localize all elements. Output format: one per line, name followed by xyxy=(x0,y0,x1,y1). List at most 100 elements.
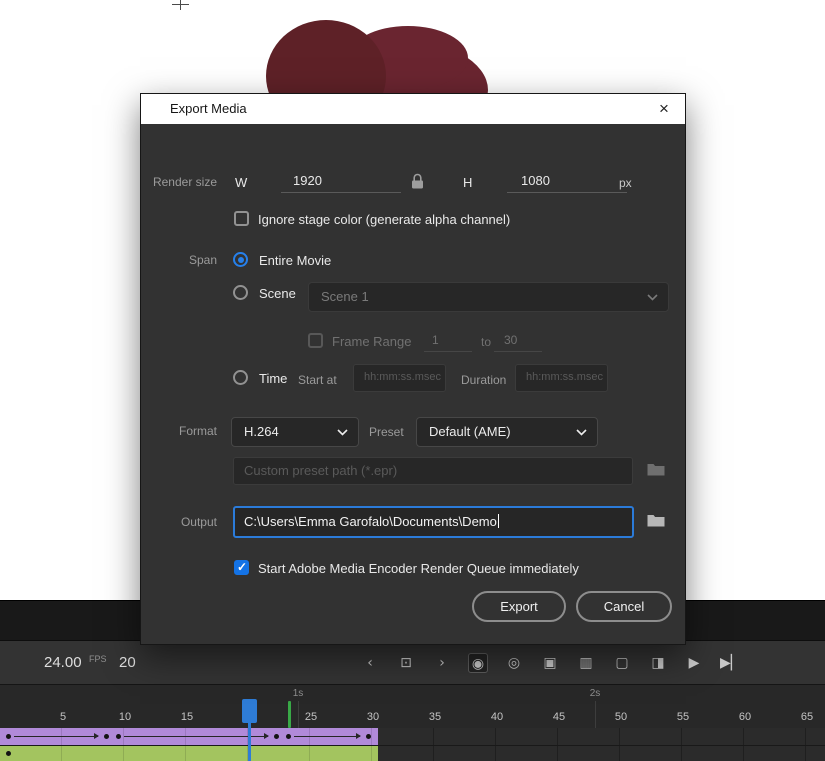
frame-rate-value[interactable]: 24.00 xyxy=(44,654,82,671)
text-caret xyxy=(498,514,500,528)
keyframe-dot xyxy=(6,734,11,739)
preset-label: Preset xyxy=(369,425,404,439)
format-label: Format xyxy=(141,424,217,438)
layer-track-green[interactable] xyxy=(0,746,825,761)
current-frame-value[interactable]: 20 xyxy=(119,654,136,671)
keyframe-dot xyxy=(6,751,11,756)
span-label: Span xyxy=(141,253,217,267)
scene-label: Scene xyxy=(259,286,296,301)
ignore-stage-checkbox[interactable] xyxy=(234,211,249,226)
format-dropdown[interactable]: H.264 xyxy=(231,417,359,447)
frame-number: 25 xyxy=(305,711,317,723)
start-at-label: Start at xyxy=(298,373,337,387)
frame-number: 65 xyxy=(801,711,813,723)
tween-arrow xyxy=(124,736,268,737)
keyframe-dot xyxy=(104,734,109,739)
playhead-line xyxy=(248,721,251,761)
chevron-down-icon xyxy=(647,294,658,301)
lock-aspect-icon[interactable] xyxy=(411,173,424,189)
step-back-icon[interactable]: ‹ xyxy=(360,653,380,673)
browse-preset-folder-icon[interactable] xyxy=(647,463,665,476)
frame-number: 15 xyxy=(181,711,193,723)
width-label: W xyxy=(235,175,247,190)
radio-entire-movie[interactable] xyxy=(233,252,248,267)
close-icon[interactable]: × xyxy=(653,94,675,124)
export-button[interactable]: Export xyxy=(472,591,566,622)
output-path-field[interactable]: C:\Users\Emma Garofalo\Documents\Demo xyxy=(233,506,634,538)
second-label: 2s xyxy=(590,688,601,699)
layer-track-purple[interactable] xyxy=(0,728,825,746)
tween-arrow xyxy=(14,736,98,737)
second-tick xyxy=(595,701,596,728)
tween-arrow xyxy=(294,736,360,737)
keyframe-dot xyxy=(286,734,291,739)
crosshair-v-line xyxy=(180,0,181,10)
dialog-body: Render size W 1920 H 1080 px Ignore stag… xyxy=(141,124,685,644)
timeline-toolbar: ‹ ⊡ › ◉ ◎ ▣ ▥ ▢ ◨ ▶ ▶▏ xyxy=(360,641,740,685)
custom-preset-field[interactable]: Custom preset path (*.epr) xyxy=(233,457,633,485)
to-label: to xyxy=(481,335,491,349)
preset-dropdown[interactable]: Default (AME) xyxy=(416,417,598,447)
chevron-down-icon xyxy=(576,429,587,436)
preset-dropdown-value: Default (AME) xyxy=(429,424,511,439)
play-icon[interactable]: ▶ xyxy=(684,653,704,673)
frame-span[interactable] xyxy=(0,746,378,761)
radio-scene[interactable] xyxy=(233,285,248,300)
scene-dropdown-value: Scene 1 xyxy=(321,289,369,304)
frame-number: 5 xyxy=(60,711,66,723)
frame-number: 50 xyxy=(615,711,627,723)
frame-from-field[interactable]: 1 xyxy=(424,328,472,352)
keyframe-dot xyxy=(274,734,279,739)
radio-time[interactable] xyxy=(233,370,248,385)
chevron-down-icon xyxy=(337,429,348,436)
center-frame-icon[interactable]: ⊡ xyxy=(396,653,416,673)
browse-output-folder-icon[interactable] xyxy=(647,514,665,527)
frame-range-checkbox[interactable] xyxy=(308,333,323,348)
step-to-end-icon[interactable]: ▶▏ xyxy=(720,653,740,673)
frame-number: 55 xyxy=(677,711,689,723)
ignore-stage-label: Ignore stage color (generate alpha chann… xyxy=(258,212,510,227)
entire-movie-label: Entire Movie xyxy=(259,253,331,268)
second-label: 1s xyxy=(293,688,304,699)
export-media-dialog: Export Media × Render size W 1920 H 1080… xyxy=(140,93,686,645)
timeline-controls: 24.00 FPS 20 ‹ ⊡ › ◉ ◎ ▣ ▥ ▢ ◨ ▶ ▶▏ xyxy=(0,640,825,684)
fps-unit-label: FPS xyxy=(89,654,107,664)
frame-span-icon[interactable]: ▥ xyxy=(576,653,596,673)
step-forward-icon[interactable]: › xyxy=(432,653,452,673)
height-field[interactable]: 1080 xyxy=(507,169,627,193)
onion-skin-outlines-icon[interactable]: ◎ xyxy=(504,653,524,673)
playhead[interactable] xyxy=(242,699,257,723)
dialog-titlebar[interactable]: Export Media × xyxy=(141,94,685,124)
onion-skin-icon[interactable]: ◉ xyxy=(468,653,488,673)
frame-range-label: Frame Range xyxy=(332,334,411,349)
frame-numbers: 5101520253035404550556065 xyxy=(0,685,825,728)
px-unit-label: px xyxy=(619,176,632,190)
cancel-button[interactable]: Cancel xyxy=(576,591,672,622)
width-field[interactable]: 1920 xyxy=(281,169,401,193)
insert-keyframe-icon[interactable]: ▢ xyxy=(612,653,632,673)
dialog-title: Export Media xyxy=(170,101,247,116)
ame-queue-checkbox[interactable]: ✓ xyxy=(234,560,249,575)
check-icon: ✓ xyxy=(237,560,247,574)
time-label: Time xyxy=(259,371,287,386)
render-size-label: Render size xyxy=(141,175,217,189)
height-label: H xyxy=(463,175,472,190)
format-dropdown-value: H.264 xyxy=(244,424,279,439)
frame-number: 40 xyxy=(491,711,503,723)
second-tick xyxy=(298,701,299,728)
keyframe-dot xyxy=(366,734,371,739)
timeline-tracks xyxy=(0,728,825,761)
frame-number: 60 xyxy=(739,711,751,723)
timeline-ruler[interactable]: 5101520253035404550556065 1s2s xyxy=(0,684,825,728)
duration-field[interactable]: hh:mm:ss.msec xyxy=(515,364,608,392)
edit-multiple-frames-icon[interactable]: ▣ xyxy=(540,653,560,673)
camera-icon[interactable]: ◨ xyxy=(648,653,668,673)
tween-span[interactable] xyxy=(0,728,378,745)
keyframe-dot xyxy=(116,734,121,739)
duration-label: Duration xyxy=(461,373,506,387)
scene-dropdown[interactable]: Scene 1 xyxy=(308,282,669,312)
start-at-field[interactable]: hh:mm:ss.msec xyxy=(353,364,446,392)
output-label: Output xyxy=(141,515,217,529)
onion-range-marker[interactable] xyxy=(288,701,291,728)
frame-to-field[interactable]: 30 xyxy=(494,328,542,352)
